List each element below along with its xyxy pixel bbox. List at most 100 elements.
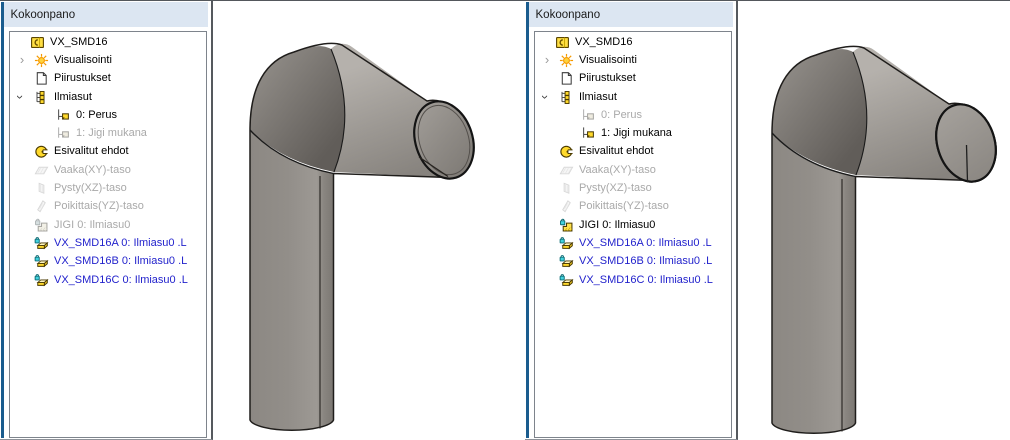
tree-item-ilmiasut[interactable]: › Ilmiasut [535, 88, 731, 106]
tree-item-poikittais-yz-taso[interactable]: Poikittais(YZ)-taso [535, 198, 731, 216]
document-window-left: Kokoonpano VX_SMD16 › Visualisointi Piirust… [0, 0, 525, 440]
plane-xy-icon [34, 163, 49, 178]
configuration-icon [581, 108, 596, 123]
tree-item-poikittais-yz-taso[interactable]: Poikittais(YZ)-taso [10, 198, 206, 216]
tree-item-label: Piirustukset [579, 72, 636, 84]
assembly-tree[interactable]: VX_SMD16 › Visualisointi Piirustukset › Ilmia… [9, 31, 207, 438]
panel-header[interactable]: Kokoonpano [4, 2, 208, 27]
chevron-down-icon[interactable]: › [14, 92, 26, 102]
tree-item-visualisointi[interactable]: › Visualisointi [10, 51, 206, 69]
tree-item-label: Esivalitut ehdot [54, 145, 129, 157]
assembly-icon [30, 35, 45, 50]
tree-item-label: VX_SMD16B 0: Ilmiasu0 .L [54, 255, 187, 267]
tree-item-piirustukset[interactable]: Piirustukset [535, 70, 731, 88]
sun-icon [559, 53, 574, 68]
configurations-icon [559, 90, 574, 105]
tree-item-esivalitut-ehdot[interactable]: Esivalitut ehdot [10, 143, 206, 161]
tree-item-vx-smd16a-0-ilmiasu0-l[interactable]: VX_SMD16A 0: Ilmiasu0 .L [535, 234, 731, 252]
plane-yz-icon [34, 199, 49, 214]
tree-item-label: Esivalitut ehdot [579, 145, 654, 157]
tree-item-label: Visualisointi [579, 54, 637, 66]
tree-item-esivalitut-ehdot[interactable]: Esivalitut ehdot [535, 143, 731, 161]
tree-item-label: JIGI 0: Ilmiasu0 [54, 219, 130, 231]
tree-item-ilmiasut[interactable]: › Ilmiasut [10, 88, 206, 106]
tree-item-label: VX_SMD16A 0: Ilmiasu0 .L [54, 237, 187, 249]
chevron-right-icon[interactable]: › [542, 54, 552, 66]
configurations-icon [34, 90, 49, 105]
tree-item-label: Pysty(XZ)-taso [579, 182, 652, 194]
plane-xy-icon [559, 163, 574, 178]
app-workspace: Kokoonpano VX_SMD16 › Visualisointi Piirust… [0, 0, 1010, 440]
tree-item-visualisointi[interactable]: › Visualisointi [535, 51, 731, 69]
assembly-tree-panel: Kokoonpano VX_SMD16 › Visualisointi Piirust… [525, 1, 738, 440]
conditions-icon [559, 144, 574, 159]
tree-item-vx-smd16[interactable]: VX_SMD16 [10, 33, 206, 51]
tree-item-vx-smd16b-0-ilmiasu0-l[interactable]: VX_SMD16B 0: Ilmiasu0 .L [535, 253, 731, 271]
tree-item-vx-smd16[interactable]: VX_SMD16 [535, 33, 731, 51]
conditions-icon [34, 144, 49, 159]
panel-header[interactable]: Kokoonpano [529, 2, 733, 27]
tree-item-label: VX_SMD16 [575, 36, 632, 48]
tree-item-label: Ilmiasut [54, 91, 92, 103]
tree-item-vx-smd16c-0-ilmiasu0-l[interactable]: VX_SMD16C 0: Ilmiasu0 .L [535, 271, 731, 289]
tree-item-label: VX_SMD16A 0: Ilmiasu0 .L [579, 237, 712, 249]
panel-title: Kokoonpano [11, 9, 76, 21]
locked-part-icon [34, 254, 49, 269]
tree-item-0-perus[interactable]: 0: Perus [10, 106, 206, 124]
tree-item-label: Vaaka(XY)-taso [54, 164, 131, 176]
tree-item-label: 1: Jigi mukana [601, 127, 672, 139]
sun-icon [34, 53, 49, 68]
jig-part-icon [559, 218, 574, 233]
plane-yz-icon [559, 199, 574, 214]
locked-part-icon [559, 254, 574, 269]
tree-item-0-perus[interactable]: 0: Perus [535, 106, 731, 124]
tree-item-pysty-xz-taso[interactable]: Pysty(XZ)-taso [10, 179, 206, 197]
assembly-tree[interactable]: VX_SMD16 › Visualisointi Piirustukset › Ilmia… [534, 31, 732, 438]
tree-item-label: Piirustukset [54, 72, 111, 84]
tree-item-label: 0: Perus [601, 109, 642, 121]
tree-item-label: Visualisointi [54, 54, 112, 66]
tree-item-label: Poikittais(YZ)-taso [579, 200, 669, 212]
tree-item-label: 0: Perus [76, 109, 117, 121]
tree-item-vx-smd16c-0-ilmiasu0-l[interactable]: VX_SMD16C 0: Ilmiasu0 .L [10, 271, 206, 289]
tree-item-jigi-0-ilmiasu0[interactable]: JIGI 0: Ilmiasu0 [10, 216, 206, 234]
tree-item-label: 1: Jigi mukana [76, 127, 147, 139]
tree-item-label: Ilmiasut [579, 91, 617, 103]
drawing-icon [559, 71, 574, 86]
tree-item-label: Vaaka(XY)-taso [579, 164, 656, 176]
tree-item-label: VX_SMD16B 0: Ilmiasu0 .L [579, 255, 712, 267]
panel-accent-strip [526, 2, 529, 438]
plane-xz-icon [559, 181, 574, 196]
tree-item-label: Poikittais(YZ)-taso [54, 200, 144, 212]
tree-item-1-jigi-mukana[interactable]: 1: Jigi mukana [10, 124, 206, 142]
tree-item-label: VX_SMD16 [50, 36, 107, 48]
document-window-right: Kokoonpano VX_SMD16 › Visualisointi Piirust… [525, 0, 1010, 440]
locked-part-icon [559, 273, 574, 288]
tree-item-vx-smd16a-0-ilmiasu0-l[interactable]: VX_SMD16A 0: Ilmiasu0 .L [10, 234, 206, 252]
tree-item-label: VX_SMD16C 0: Ilmiasu0 .L [54, 274, 188, 286]
locked-part-icon [559, 236, 574, 251]
configuration-icon [581, 126, 596, 141]
locked-part-icon [34, 273, 49, 288]
chevron-right-icon[interactable]: › [17, 54, 27, 66]
configuration-icon [56, 126, 71, 141]
tree-item-label: VX_SMD16C 0: Ilmiasu0 .L [579, 274, 713, 286]
assembly-icon [555, 35, 570, 50]
plane-xz-icon [34, 181, 49, 196]
tree-item-vx-smd16b-0-ilmiasu0-l[interactable]: VX_SMD16B 0: Ilmiasu0 .L [10, 253, 206, 271]
tree-item-label: Pysty(XZ)-taso [54, 182, 127, 194]
tree-item-piirustukset[interactable]: Piirustukset [10, 70, 206, 88]
chevron-down-icon[interactable]: › [539, 92, 551, 102]
assembly-tree-panel: Kokoonpano VX_SMD16 › Visualisointi Piirust… [0, 1, 213, 440]
configuration-icon [56, 108, 71, 123]
panel-title: Kokoonpano [536, 9, 601, 21]
tree-item-vaaka-xy-taso[interactable]: Vaaka(XY)-taso [10, 161, 206, 179]
jig-part-icon [34, 218, 49, 233]
tree-item-jigi-0-ilmiasu0[interactable]: JIGI 0: Ilmiasu0 [535, 216, 731, 234]
tree-item-1-jigi-mukana[interactable]: 1: Jigi mukana [535, 124, 731, 142]
panel-accent-strip [1, 2, 4, 438]
tree-item-pysty-xz-taso[interactable]: Pysty(XZ)-taso [535, 179, 731, 197]
drawing-icon [34, 71, 49, 86]
tree-item-vaaka-xy-taso[interactable]: Vaaka(XY)-taso [535, 161, 731, 179]
locked-part-icon [34, 236, 49, 251]
